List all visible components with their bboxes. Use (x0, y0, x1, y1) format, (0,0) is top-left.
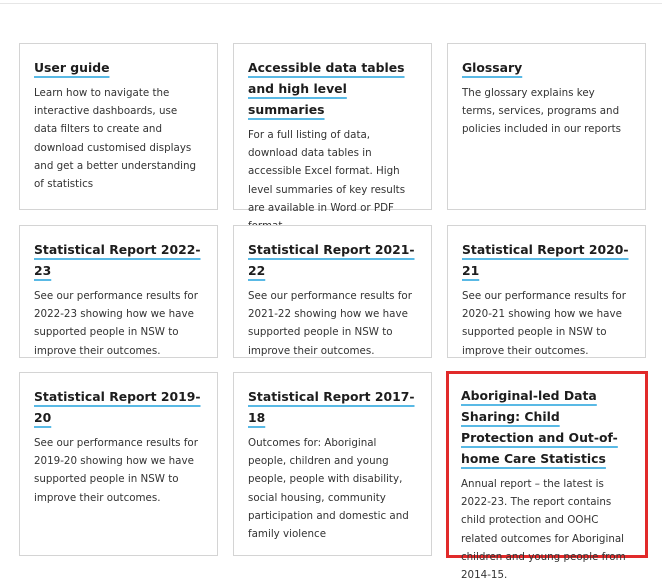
card-description: Outcomes for: Aboriginal people, childre… (248, 437, 409, 541)
card-statistical-report-2020-21[interactable]: Statistical Report 2020-21 See our perfo… (447, 225, 646, 358)
card-user-guide[interactable]: User guide Learn how to navigate the int… (19, 43, 218, 210)
card-description: For a full listing of data, download dat… (248, 129, 406, 232)
card-statistical-report-2019-20[interactable]: Statistical Report 2019-20 See our perfo… (19, 372, 218, 556)
card-title-link[interactable]: Statistical Report 2017-18 (248, 389, 415, 425)
card-title-link[interactable]: Aboriginal-led Data Sharing: Child Prote… (461, 388, 618, 466)
card-title-link[interactable]: Statistical Report 2019-20 (34, 389, 201, 425)
card-description: See our performance results for 2020-21 … (462, 290, 626, 357)
card-statistical-report-2017-18[interactable]: Statistical Report 2017-18 Outcomes for:… (233, 372, 432, 556)
card-title-link[interactable]: Statistical Report 2021-22 (248, 242, 415, 278)
card-description: Learn how to navigate the interactive da… (34, 87, 197, 191)
card-description: Annual report – the latest is 2022-23. T… (461, 478, 626, 582)
card-title-link[interactable]: Statistical Report 2020-21 (462, 242, 629, 278)
card-description: See our performance results for 2019-20 … (34, 437, 198, 504)
card-aboriginal-led-data-sharing[interactable]: Aboriginal-led Data Sharing: Child Prote… (446, 371, 648, 581)
card-title-link[interactable]: Statistical Report 2022-23 (34, 242, 201, 278)
card-title-link[interactable]: User guide (34, 60, 109, 75)
card-statistical-report-2022-23[interactable]: Statistical Report 2022-23 See our perfo… (19, 225, 218, 358)
card-glossary[interactable]: Glossary The glossary explains key terms… (447, 43, 646, 210)
card-accessible-data-tables[interactable]: Accessible data tables and high level su… (233, 43, 432, 232)
resource-cards-grid: User guide Learn how to navigate the int… (0, 0, 662, 581)
card-statistical-report-2021-22[interactable]: Statistical Report 2021-22 See our perfo… (233, 225, 432, 358)
card-title-link[interactable]: Glossary (462, 60, 522, 75)
card-title-link[interactable]: Accessible data tables and high level su… (248, 60, 405, 117)
card-description: See our performance results for 2021-22 … (248, 290, 412, 357)
card-description: The glossary explains key terms, service… (462, 87, 621, 136)
card-description: See our performance results for 2022-23 … (34, 290, 198, 357)
